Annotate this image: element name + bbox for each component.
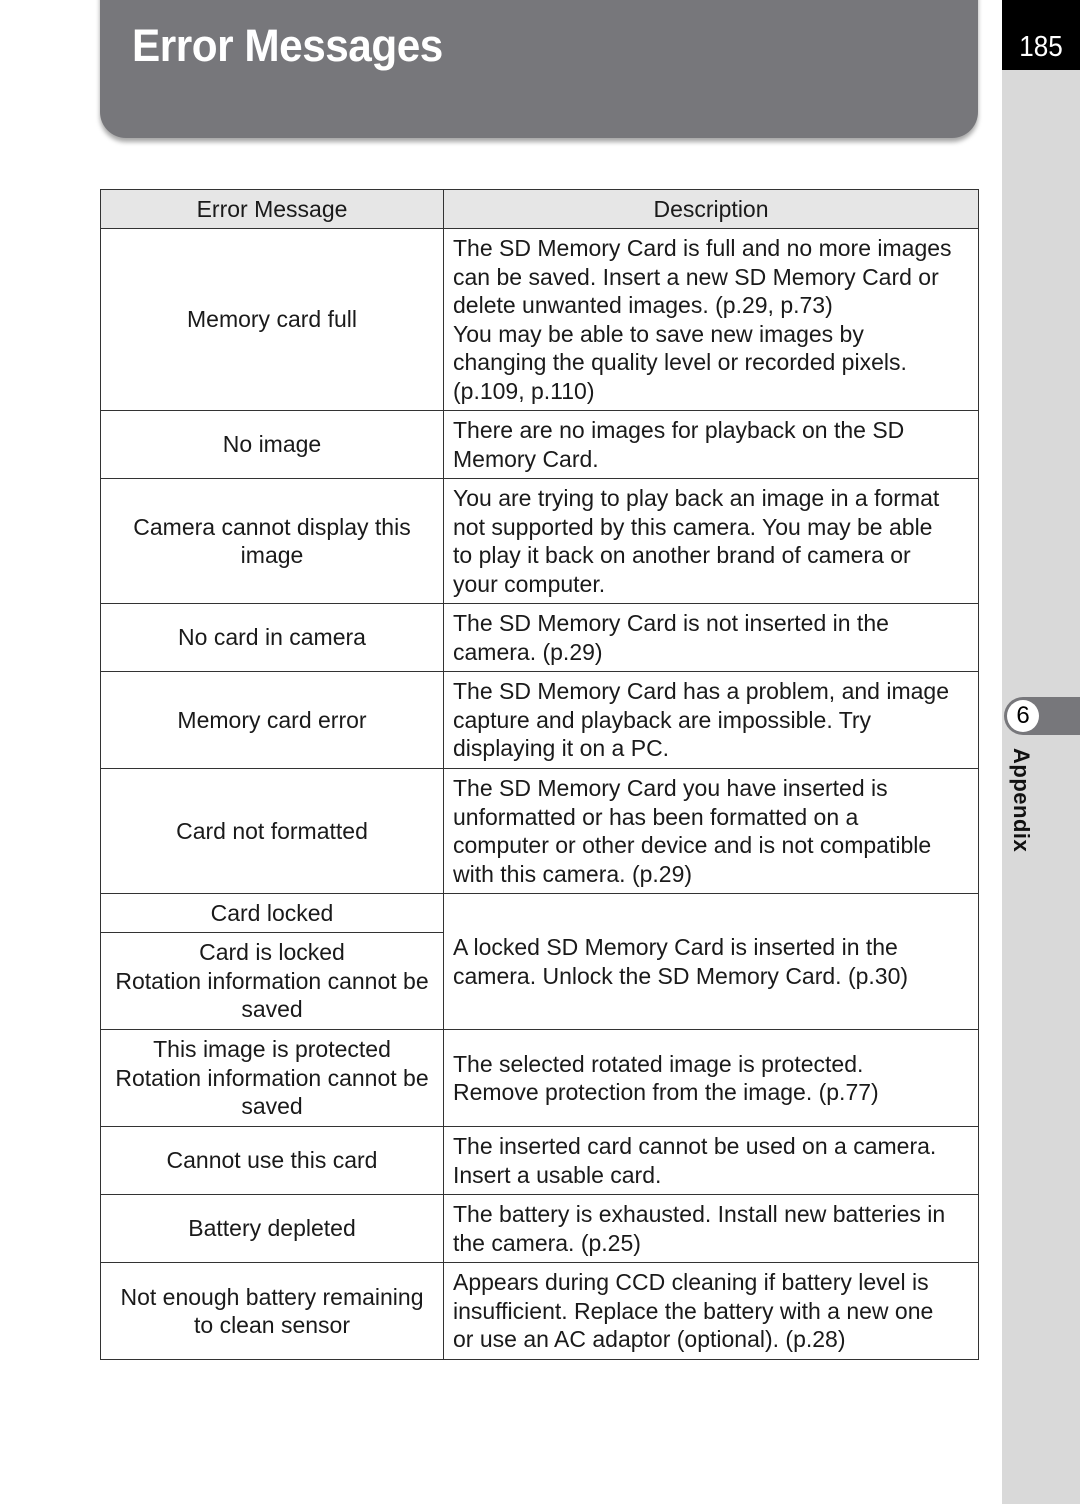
description-text: The SD Memory Card is full and no more i…: [453, 235, 952, 261]
chapter-number: 6: [1007, 700, 1039, 732]
column-header-error-message: Error Message: [100, 189, 444, 229]
description-cell: There are no images for playback on the …: [443, 410, 979, 479]
error-message-text: Battery depleted: [188, 1215, 356, 1242]
error-message-cell: Memory card error: [100, 671, 444, 769]
error-messages-table: Error Message Description Memory card fu…: [100, 189, 979, 1360]
description-cell: The inserted card cannot be used on a ca…: [443, 1126, 979, 1195]
page-title: Error Messages: [132, 20, 443, 71]
page-number: 185: [1019, 31, 1063, 63]
table-row: Battery depleted The battery is exhausted…: [100, 1194, 979, 1263]
error-message-cell: Battery depleted: [100, 1194, 444, 1263]
description-text: The SD Memory Card you have inserted is: [453, 775, 888, 801]
description-cell: The battery is exhausted. Install new ba…: [443, 1194, 979, 1263]
description-cell: A locked SD Memory Card is inserted in t…: [443, 893, 979, 1030]
error-message-text: Rotation information cannot be: [115, 967, 429, 994]
chapter-tab[interactable]: 6: [1004, 697, 1080, 735]
table-row: Card locked A locked SD Memory Card is in…: [100, 893, 979, 1030]
page-number-box: 185: [1002, 0, 1080, 70]
error-message-text: Memory card error: [177, 706, 367, 733]
table-row: Memory card full The SD Memory Card is fu…: [100, 228, 979, 411]
description-text: changing the quality level or recorded p…: [453, 349, 907, 375]
table-header-row: Error Message Description: [100, 189, 979, 229]
description-text: your computer.: [453, 570, 606, 597]
error-message-text: image: [240, 542, 304, 568]
description-text: computer or other device and is not comp…: [453, 832, 932, 858]
error-message-cell: No image: [100, 410, 444, 479]
description-text: The inserted card cannot be used on a ca…: [453, 1133, 937, 1159]
description-text: There are no images for playback on the …: [453, 417, 905, 443]
description-text: camera. Unlock the SD Memory Card. (p.30…: [453, 962, 909, 989]
error-message-cell: Card is locked Rotation information canno…: [100, 932, 444, 1030]
description-text: The battery is exhausted. Install new ba…: [453, 1201, 946, 1227]
error-message-cell: Memory card full: [100, 228, 444, 411]
description-text: insufficient. Replace the battery with a…: [453, 1297, 934, 1324]
error-message-text: saved: [241, 1093, 303, 1120]
description-text: Remove protection from the image. (p.77): [453, 1079, 879, 1105]
description-text: to play it back on another brand of came…: [453, 542, 911, 568]
error-message-cell: Card not formatted: [100, 768, 444, 894]
table-row: Memory card error The SD Memory Card has …: [100, 671, 979, 769]
chapter-label: Appendix: [1009, 748, 1034, 853]
description-cell: The selected rotated image is protected.…: [443, 1029, 979, 1127]
table-body: Memory card full The SD Memory Card is fu…: [100, 228, 979, 1360]
table-row: No card in camera The SD Memory Card is n…: [100, 603, 979, 672]
description-text: unformatted or has been formatted on a: [453, 803, 859, 830]
description-text: You are trying to play back an image in …: [453, 485, 940, 511]
description-text: the camera. (p.25): [453, 1229, 641, 1256]
error-message-text: Card is locked: [199, 939, 345, 966]
table-row: Cannot use this card The inserted card ca…: [100, 1126, 979, 1195]
description-text: camera. (p.29): [453, 638, 603, 665]
error-message-text: to clean sensor: [194, 1312, 350, 1338]
description-text: Appears during CCD cleaning if battery l…: [453, 1269, 929, 1296]
description-cell: Appears during CCD cleaning if battery l…: [443, 1262, 979, 1360]
description-cell: The SD Memory Card is full and no more i…: [443, 228, 979, 411]
error-message-cell: Cannot use this card: [100, 1126, 444, 1195]
error-message-cell: Camera cannot display this image: [100, 478, 444, 604]
error-message-cell: Not enough battery remaining to clean sen…: [100, 1262, 444, 1360]
description-text: A locked SD Memory Card is inserted in t…: [453, 934, 898, 960]
description-text: Memory Card.: [453, 445, 599, 472]
error-message-cell: This image is protected Rotation informat…: [100, 1029, 444, 1127]
error-message-text: Cannot use this card: [166, 1147, 378, 1174]
table-row: Card not formatted The SD Memory Card you…: [100, 768, 979, 894]
description-text: can be saved. Insert a new SD Memory Car…: [453, 263, 939, 290]
description-text: Insert a usable card.: [453, 1161, 662, 1188]
description-text: capture and playback are impossible. Try: [453, 706, 872, 733]
description-text: The selected rotated image is protected.: [453, 1050, 864, 1077]
error-message-text: Memory card full: [187, 306, 357, 333]
description-text: with this camera. (p.29): [453, 860, 693, 887]
description-text: (p.109, p.110): [453, 377, 595, 404]
error-message-cell: No card in camera: [100, 603, 444, 672]
description-cell: You are trying to play back an image in …: [443, 478, 979, 604]
error-message-text: Not enough battery remaining: [120, 1283, 424, 1310]
description-text: delete unwanted images. (p.29, p.73): [453, 292, 833, 318]
description-cell: The SD Memory Card is not inserted in th…: [443, 603, 979, 672]
error-message-text: Card not formatted: [176, 817, 368, 844]
error-message-text: Camera cannot display this: [133, 513, 411, 540]
description-cell: The SD Memory Card you have inserted is u…: [443, 768, 979, 894]
error-message-text: No image: [222, 431, 322, 458]
description-text: not supported by this camera. You may be…: [453, 513, 933, 540]
table-row: Not enough battery remaining to clean sen…: [100, 1262, 979, 1360]
error-message-text: saved: [241, 996, 303, 1023]
error-message-text: No card in camera: [178, 624, 366, 651]
error-message-text: Rotation information cannot be: [115, 1064, 429, 1091]
error-message-cell: Card locked: [100, 893, 444, 933]
description-text: The SD Memory Card is not inserted in th…: [453, 610, 889, 636]
error-message-text: This image is protected: [153, 1036, 391, 1063]
table-row: No image There are no images for playback…: [100, 410, 979, 479]
description-text: displaying it on a PC.: [453, 735, 670, 762]
description-cell: The SD Memory Card has a problem, and im…: [443, 671, 979, 769]
description-text: or use an AC adaptor (optional). (p.28): [453, 1326, 846, 1353]
table-row: This image is protected Rotation informat…: [100, 1029, 979, 1127]
description-text: You may be able to save new images by: [453, 320, 864, 347]
error-message-text: Card locked: [210, 899, 334, 926]
table-row: Camera cannot display this image You are t…: [100, 478, 979, 604]
column-header-description: Description: [443, 189, 979, 229]
description-text: The SD Memory Card has a problem, and im…: [453, 678, 949, 705]
